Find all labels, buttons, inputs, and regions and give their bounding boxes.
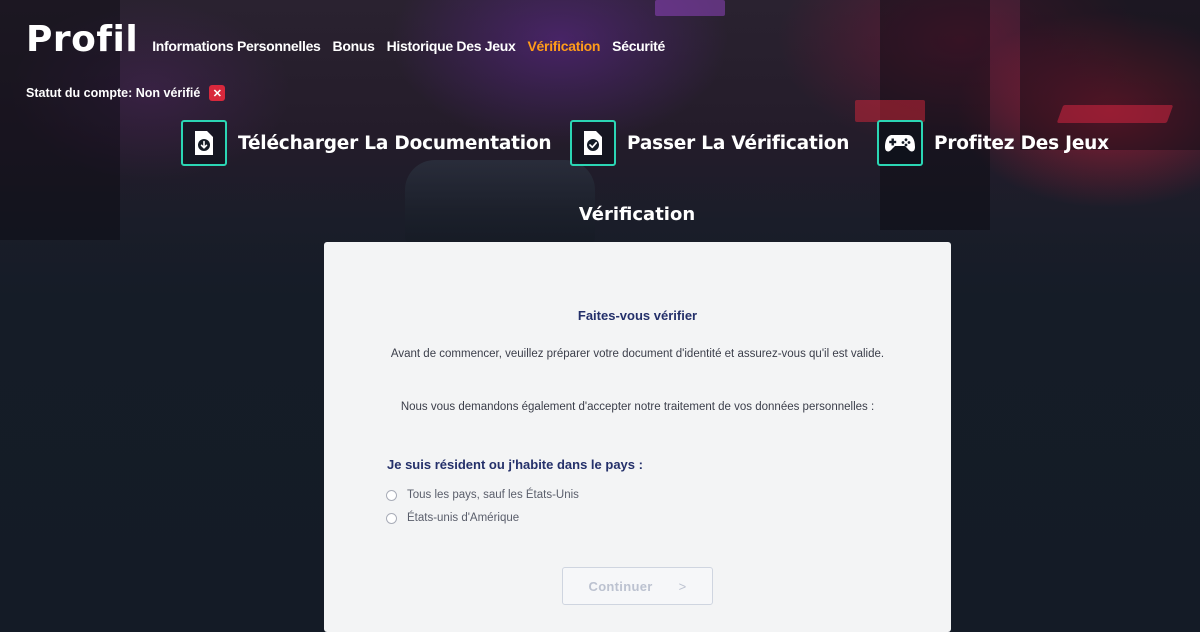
step-download-documentation: Télécharger La Documentation xyxy=(181,120,552,166)
tab-informations-personnelles[interactable]: Informations Personnelles xyxy=(152,38,321,54)
radio-button[interactable] xyxy=(386,489,397,501)
x-icon: ✕ xyxy=(209,85,226,101)
gamepad-icon xyxy=(877,120,923,166)
residence-question: Je suis résident ou j'habite dans le pay… xyxy=(387,457,643,472)
radio-option-all-countries[interactable]: Tous les pays, sauf les États-Unis xyxy=(386,489,579,501)
card-title: Faites-vous vérifier xyxy=(577,308,698,323)
tab-bonus[interactable]: Bonus xyxy=(333,38,375,54)
radio-button[interactable] xyxy=(386,512,397,524)
verification-card: Faites-vous vérifier Avant de commencer,… xyxy=(324,242,951,632)
scene-car xyxy=(405,160,595,245)
step-pass-verification: Passer La Vérification xyxy=(570,120,849,166)
page-title: Profil xyxy=(26,19,139,60)
section-title: Vérification xyxy=(578,204,696,225)
download-document-icon xyxy=(181,120,227,166)
radio-label[interactable]: États-unis d'Amérique xyxy=(407,512,519,524)
scene-neon-sign xyxy=(855,100,925,122)
scene-neon-sign xyxy=(655,0,725,16)
account-status-text: Statut du compte: Non vérifié xyxy=(26,86,201,100)
tab-securite[interactable]: Sécurité xyxy=(612,38,665,54)
card-consent-text: Nous vous demandons également d'accepter… xyxy=(400,401,875,413)
profile-nav: Informations Personnelles Bonus Historiq… xyxy=(152,38,665,54)
step-enjoy-games: Profitez Des Jeux xyxy=(877,120,1109,166)
check-document-icon xyxy=(570,120,616,166)
profile-header: Profil Informations Personnelles Bonus H… xyxy=(26,18,665,62)
step-label: Télécharger La Documentation xyxy=(238,132,552,154)
chevron-right-icon: > xyxy=(678,578,687,594)
account-status: Statut du compte: Non vérifié ✕ xyxy=(26,85,226,101)
tab-verification[interactable]: Vérification xyxy=(528,38,601,54)
step-label: Profitez Des Jeux xyxy=(934,132,1109,154)
tab-historique-des-jeux[interactable]: Historique Des Jeux xyxy=(387,38,516,54)
card-intro-text: Avant de commencer, veuillez préparer vo… xyxy=(390,348,885,360)
continue-button[interactable]: Continuer > xyxy=(562,567,713,605)
radio-option-usa[interactable]: États-unis d'Amérique xyxy=(386,512,519,524)
step-label: Passer La Vérification xyxy=(627,132,850,154)
radio-label[interactable]: Tous les pays, sauf les États-Unis xyxy=(407,489,579,501)
continue-label: Continuer xyxy=(588,578,653,594)
